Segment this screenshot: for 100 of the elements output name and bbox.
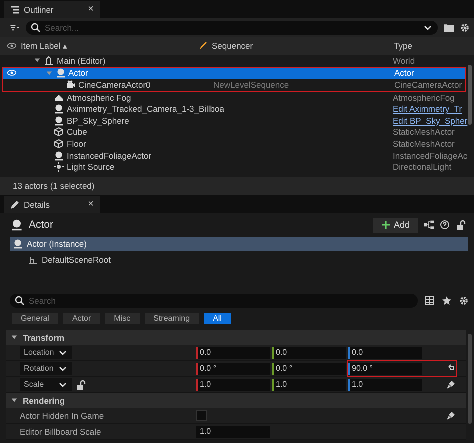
unlock-icon[interactable] — [76, 380, 86, 390]
table-icon[interactable] — [425, 296, 435, 306]
search-field[interactable]: Search... — [26, 20, 438, 34]
expand-arrow-icon[interactable] — [11, 397, 18, 404]
section-title: Rendering — [23, 396, 66, 406]
section-title: Transform — [23, 332, 65, 342]
filter-tab[interactable]: Misc — [105, 313, 140, 324]
property-label: Editor Billboard Scale — [20, 426, 102, 436]
type-label: DirectionalLight — [393, 162, 452, 172]
cube-icon — [54, 138, 64, 149]
number-field[interactable]: 0.0 — [272, 346, 346, 358]
unlock-icon[interactable] — [456, 220, 466, 230]
list-icon — [10, 4, 20, 14]
scrollbar[interactable] — [468, 334, 472, 424]
folder-icon[interactable] — [444, 22, 454, 32]
plus-icon — [380, 220, 391, 230]
tab-title: Details — [24, 200, 50, 210]
sun-icon — [54, 162, 64, 172]
number-field[interactable]: 1.0 — [196, 378, 270, 390]
type-label: Actor — [394, 68, 414, 78]
outliner-row[interactable]: Actor Actor — [3, 68, 465, 80]
number-field[interactable]: 1.0 — [196, 426, 270, 438]
expand-arrow-icon[interactable] — [34, 57, 41, 64]
details-tab[interactable]: Details × — [4, 196, 100, 213]
sphere-icon — [13, 239, 23, 249]
number-field[interactable]: 1.0 — [348, 378, 422, 390]
settings-icon[interactable] — [459, 296, 469, 306]
eye-icon — [7, 41, 17, 51]
number-field[interactable]: 1.0 — [272, 378, 346, 390]
section-header[interactable]: Transform — [6, 330, 466, 345]
outliner-tab[interactable]: Outliner × — [4, 1, 100, 18]
edit-link[interactable]: Edit Aximmetry_Tr — [393, 104, 462, 114]
outliner-row[interactable]: Light Source DirectionalLight — [0, 161, 474, 173]
sphere-icon — [11, 219, 23, 231]
outliner-row[interactable]: BP_Sky_Sphere Edit BP_Sky_Spher — [0, 114, 474, 127]
outliner-row[interactable]: Cube StaticMeshActor — [0, 126, 474, 138]
item-label: Light Source — [67, 162, 115, 172]
eye-icon[interactable] — [7, 68, 18, 78]
expand-arrow-icon[interactable] — [11, 334, 18, 341]
column-header[interactable]: Sequencer — [212, 41, 394, 51]
column-header[interactable]: Type — [394, 41, 412, 51]
filter-tab[interactable]: General — [12, 313, 58, 324]
sphere-icon — [54, 150, 64, 161]
actor-name: Actor — [29, 219, 54, 231]
settings-icon[interactable] — [460, 22, 470, 32]
filter-icon[interactable] — [10, 22, 20, 32]
scrollbar[interactable] — [468, 65, 472, 125]
help-icon[interactable] — [440, 220, 450, 230]
filter-tab[interactable]: All — [204, 313, 231, 324]
edit-link[interactable]: Edit BP_Sky_Spher — [393, 116, 468, 126]
status-text: 13 actors (1 selected) — [0, 177, 474, 195]
cube-icon — [54, 127, 64, 138]
number-field[interactable]: 0.0 — [348, 346, 422, 358]
type-label: AtmosphericFog — [393, 92, 455, 103]
number-field[interactable]: 0.0 ° — [196, 362, 270, 374]
property-dropdown[interactable]: Location — [20, 346, 72, 359]
component-row[interactable]: Actor (Instance) — [10, 237, 468, 251]
sequence-name: NewLevelSequence — [214, 80, 290, 90]
component-row[interactable]: DefaultSceneRoot — [10, 253, 468, 267]
reset-icon[interactable] — [446, 364, 456, 374]
item-label: Cube — [67, 127, 88, 138]
pencil-icon — [10, 200, 20, 210]
item-label: BP_Sky_Sphere — [67, 116, 130, 126]
sphere-icon — [54, 104, 64, 114]
section-header[interactable]: Rendering — [6, 393, 466, 408]
close-button[interactable]: × — [88, 199, 94, 210]
type-label: World — [393, 56, 416, 66]
pen-icon — [198, 41, 208, 51]
outliner-row[interactable]: Aximmetry_Tracked_Camera_1-3_Billboa Edit Aximmetry_Tr — [0, 103, 474, 115]
outliner-row[interactable]: CineCameraActor0 NewLevelSequence CineCameraActor — [3, 79, 465, 91]
checkbox[interactable] — [196, 410, 207, 421]
hierarchy-icon[interactable] — [424, 220, 434, 230]
tab-title: Outliner — [24, 4, 54, 14]
component-label: DefaultSceneRoot — [42, 255, 111, 265]
search-icon — [31, 22, 41, 32]
brush-icon[interactable] — [446, 410, 456, 420]
outliner-row[interactable]: Atmospheric Fog AtmosphericFog — [0, 92, 474, 104]
number-field[interactable]: 90.0 ° — [348, 362, 422, 374]
filter-tab[interactable]: Actor — [63, 313, 100, 324]
type-label: InstancedFoliageAc — [393, 150, 468, 161]
item-label: Aximmetry_Tracked_Camera_1-3_Billboa — [67, 104, 224, 114]
type-label: CineCameraActor — [394, 80, 462, 90]
property-dropdown[interactable]: Rotation — [20, 362, 72, 375]
outliner-row[interactable]: Main (Editor) World — [0, 55, 474, 67]
brush-icon[interactable] — [446, 380, 456, 390]
type-label: StaticMeshActor — [393, 138, 455, 149]
number-field[interactable]: 0.0 — [196, 346, 270, 358]
outliner-row[interactable]: InstancedFoliageActor InstancedFoliageAc — [0, 150, 474, 162]
sphere-icon — [54, 116, 64, 126]
outliner-row[interactable]: Floor StaticMeshActor — [0, 138, 474, 150]
filter-tab[interactable]: Streaming — [144, 313, 200, 324]
number-field[interactable]: 0.0 ° — [272, 362, 346, 374]
column-header[interactable]: Item Label ▴ — [21, 41, 198, 51]
add-button[interactable]: Add — [372, 218, 418, 232]
close-button[interactable]: × — [88, 4, 94, 15]
star-icon[interactable] — [442, 296, 452, 306]
search-field[interactable]: Search — [10, 294, 418, 308]
item-label: Main (Editor) — [57, 56, 106, 66]
item-label: Floor — [67, 138, 86, 149]
property-dropdown[interactable]: Scale — [20, 378, 72, 391]
